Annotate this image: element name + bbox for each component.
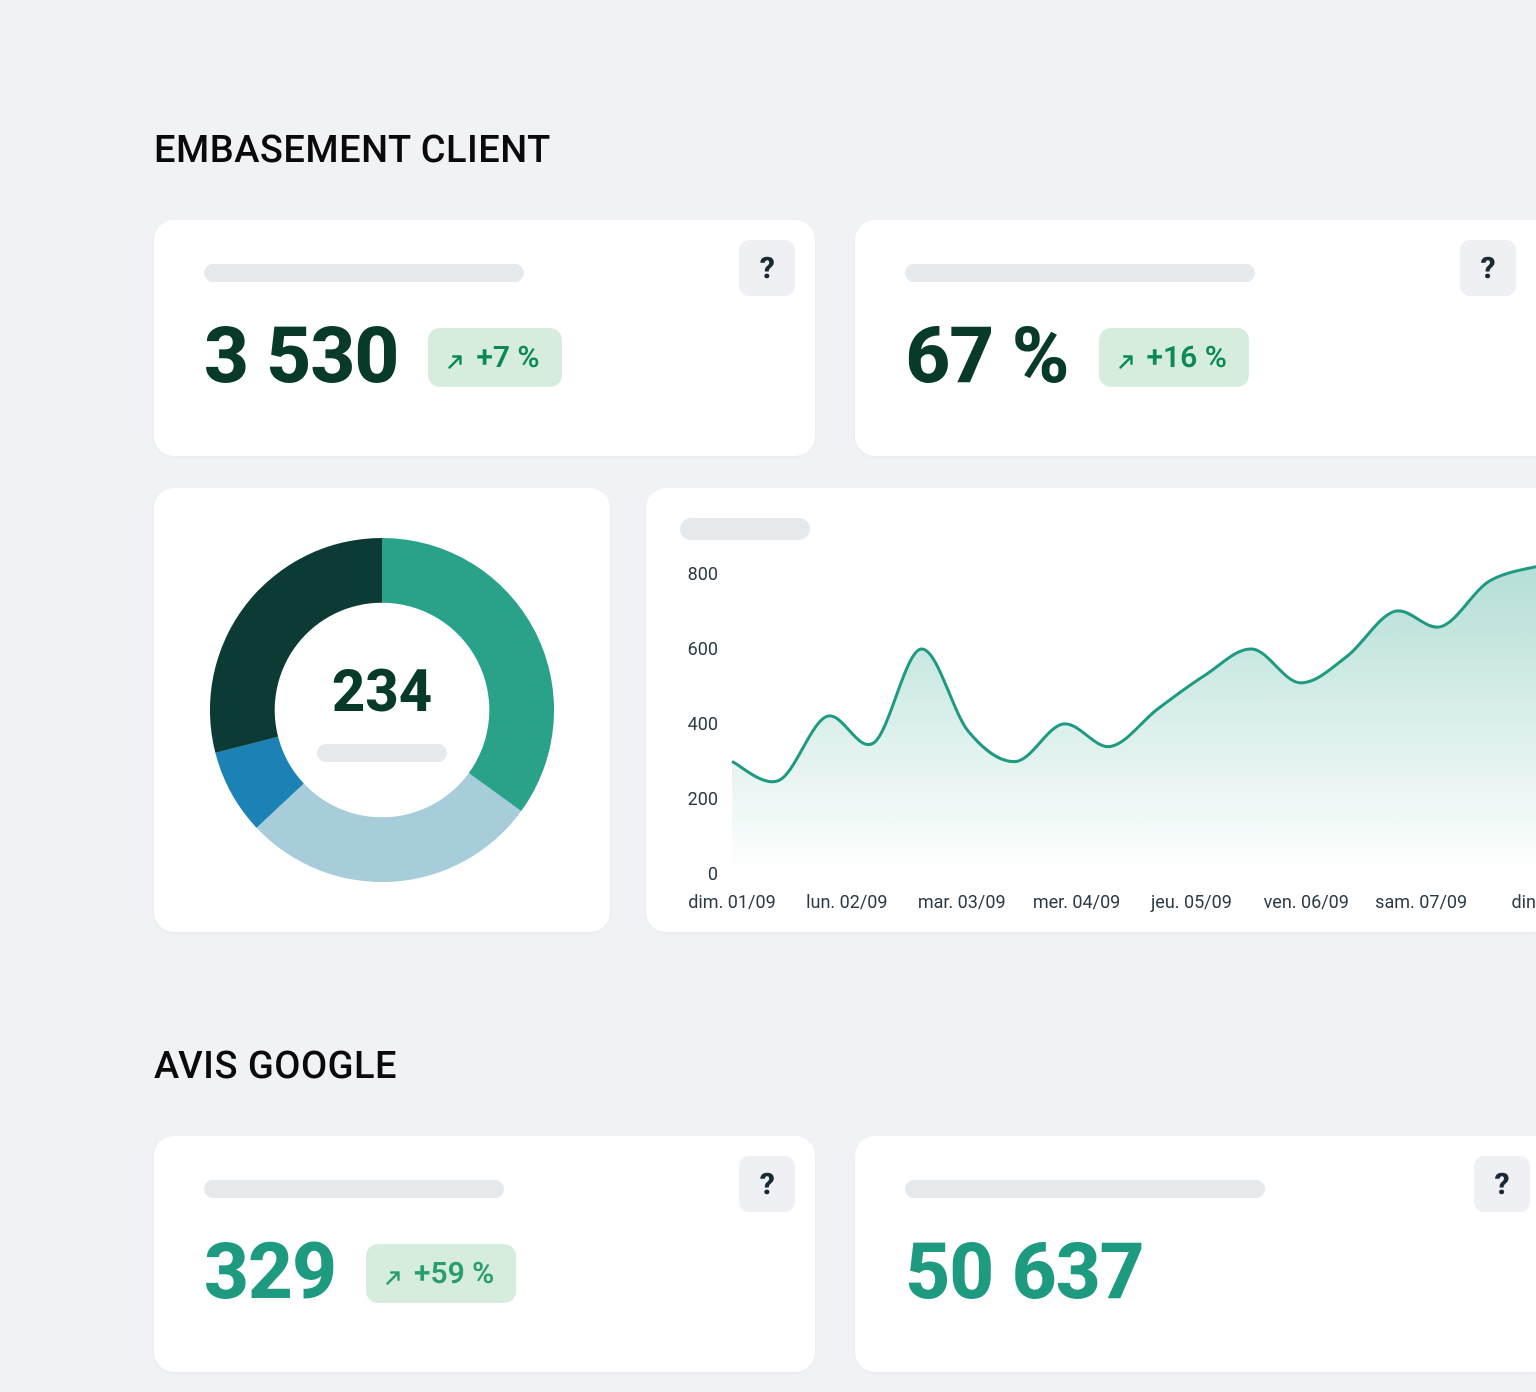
help-button[interactable]: ? bbox=[739, 1156, 795, 1212]
svg-text:ven. 06/09: ven. 06/09 bbox=[1264, 892, 1349, 913]
kpi-value: 67 % bbox=[905, 318, 1068, 396]
trend-badge: +7 % bbox=[428, 328, 561, 387]
trend-value: +16 % bbox=[1147, 340, 1227, 375]
section-title-embasement: EMBASEMENT CLIENT bbox=[154, 128, 1536, 172]
help-button[interactable]: ? bbox=[1460, 240, 1516, 296]
svg-text:jeu. 05/09: jeu. 05/09 bbox=[1150, 892, 1232, 913]
svg-text:0: 0 bbox=[708, 864, 718, 885]
svg-text:mer. 04/09: mer. 04/09 bbox=[1033, 892, 1120, 913]
svg-text:mar. 03/09: mar. 03/09 bbox=[918, 892, 1006, 913]
kpi-value: 50 637 bbox=[905, 1234, 1143, 1312]
question-icon: ? bbox=[760, 1167, 775, 1202]
section-title-avis: AVIS GOOGLE bbox=[154, 1044, 1536, 1088]
dashboard-canvas: EMBASEMENT CLIENT ? 3 530 +7 % ? bbox=[0, 0, 1536, 1392]
kpi-row-2: ? 329 +59 % ? bbox=[154, 1136, 1536, 1372]
svg-text:600: 600 bbox=[688, 639, 718, 660]
arrow-up-icon bbox=[1115, 346, 1137, 368]
kpi-card-avis-count: ? 329 +59 % bbox=[154, 1136, 815, 1372]
kpi-value: 329 bbox=[204, 1234, 336, 1312]
kpi-label-placeholder bbox=[204, 264, 524, 282]
help-button[interactable]: ? bbox=[739, 240, 795, 296]
svg-text:400: 400 bbox=[688, 714, 718, 735]
trend-badge: +59 % bbox=[366, 1244, 516, 1303]
trend-value: +59 % bbox=[414, 1256, 494, 1291]
kpi-label-placeholder bbox=[905, 1180, 1265, 1198]
kpi-card-avis-views: ? 50 637 bbox=[855, 1136, 1536, 1372]
kpi-card-rate: ? 67 % +16 % bbox=[855, 220, 1536, 456]
svg-text:200: 200 bbox=[688, 789, 718, 810]
question-icon: ? bbox=[1494, 1167, 1509, 1202]
svg-text:800: 800 bbox=[688, 564, 718, 585]
svg-text:sam. 07/09: sam. 07/09 bbox=[1375, 892, 1467, 913]
arrow-up-icon bbox=[444, 346, 466, 368]
kpi-card-count: ? 3 530 +7 % bbox=[154, 220, 815, 456]
help-button[interactable]: ? bbox=[1474, 1156, 1530, 1212]
donut-chart-card: 234 bbox=[154, 488, 610, 932]
question-icon: ? bbox=[1480, 251, 1495, 286]
trend-value: +7 % bbox=[476, 340, 539, 375]
kpi-value: 3 530 bbox=[204, 318, 398, 396]
area-label-placeholder bbox=[680, 518, 810, 540]
svg-text:din: din bbox=[1512, 892, 1536, 913]
kpi-label-placeholder bbox=[905, 264, 1255, 282]
area-chart-card: 0 200 400 600 800 dim. 01/09 lun. 02/09 mar. 03… bbox=[646, 488, 1536, 932]
question-icon: ? bbox=[760, 251, 775, 286]
svg-text:dim. 01/09: dim. 01/09 bbox=[688, 892, 775, 913]
arrow-up-icon bbox=[382, 1262, 404, 1284]
charts-row: 234 0 200 400 600 800 dim. 01/09 lun. 02/09 mar… bbox=[154, 488, 1536, 932]
kpi-label-placeholder bbox=[204, 1180, 504, 1198]
donut-center-value: 234 bbox=[332, 658, 432, 726]
kpi-row-1: ? 3 530 +7 % ? 67 % bbox=[154, 220, 1536, 456]
area-chart: 0 200 400 600 800 dim. 01/09 lun. 02/09 mar. 03… bbox=[676, 564, 1536, 924]
trend-badge: +16 % bbox=[1099, 328, 1249, 387]
svg-text:lun. 02/09: lun. 02/09 bbox=[806, 892, 887, 913]
donut-sub-placeholder bbox=[317, 744, 447, 762]
